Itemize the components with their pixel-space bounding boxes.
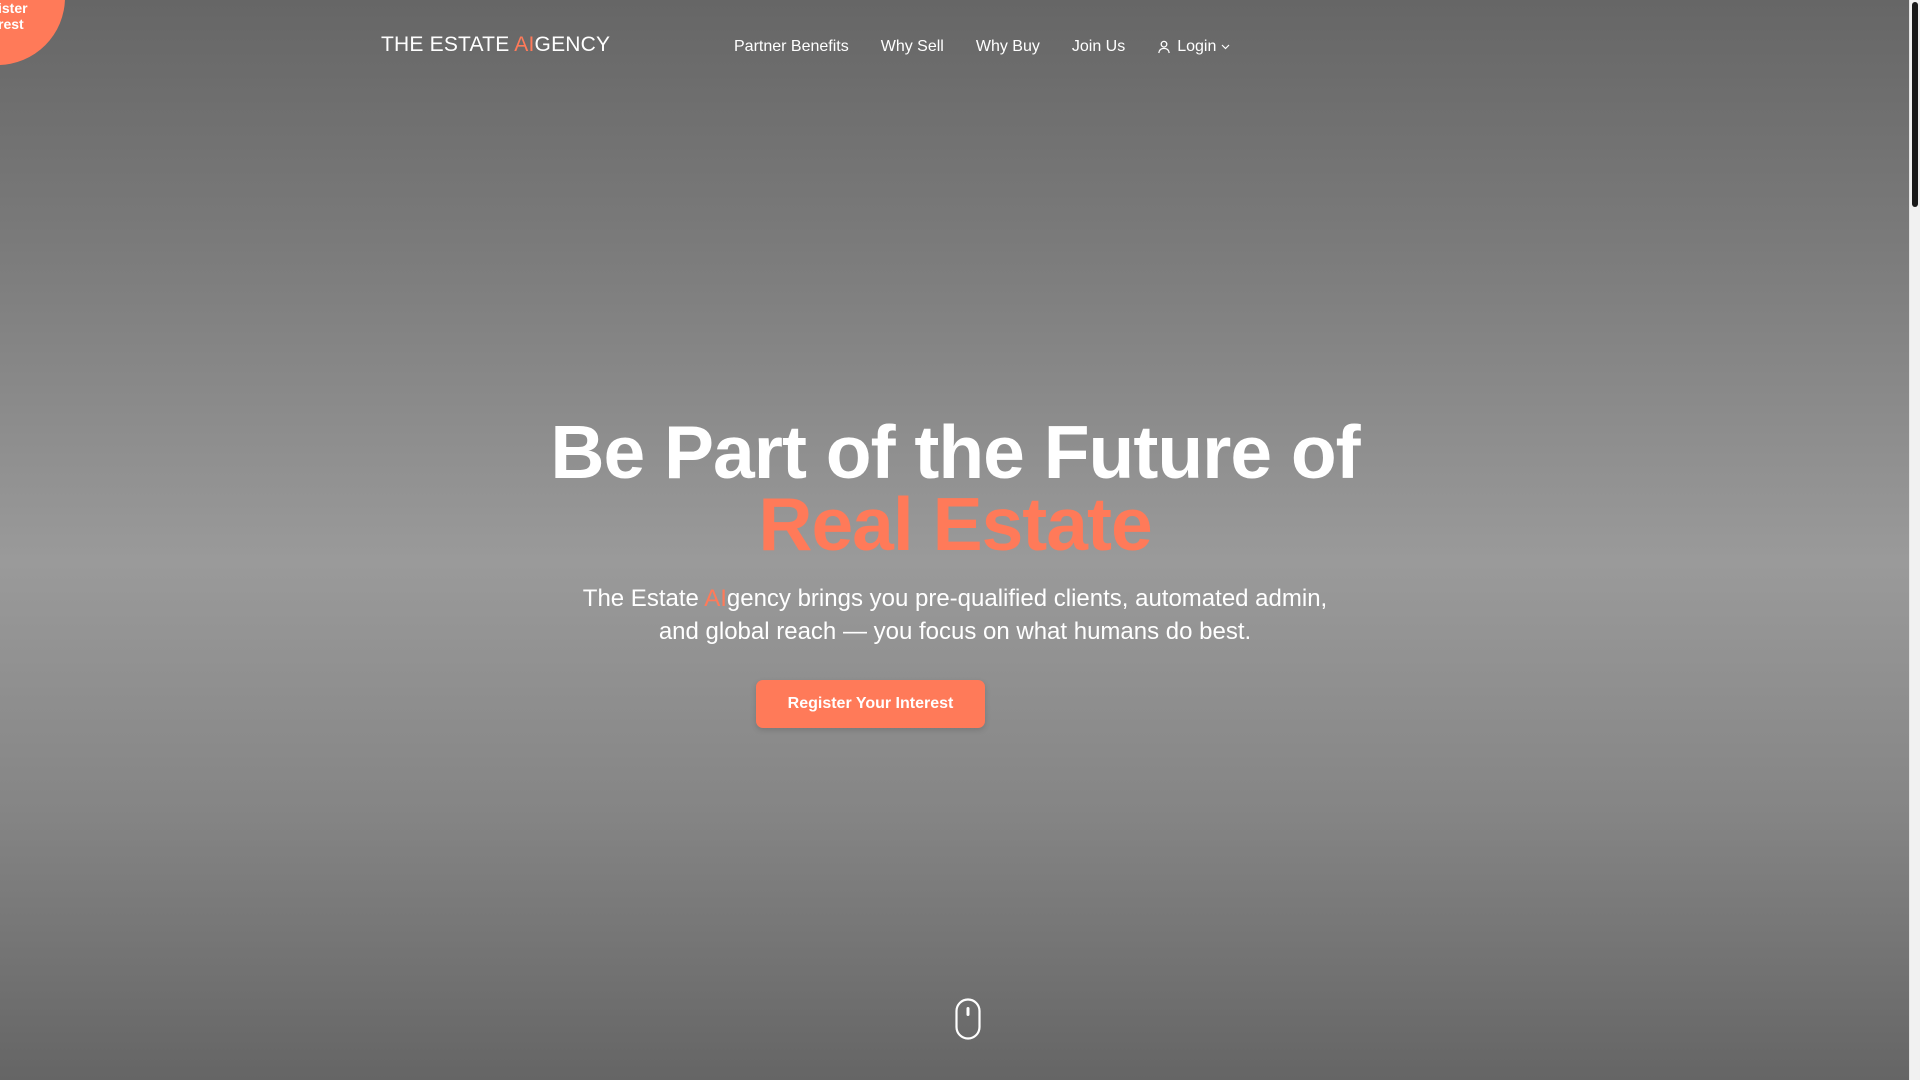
login-menu[interactable]: Login bbox=[1157, 38, 1230, 56]
register-interest-button[interactable]: Register Your Interest bbox=[756, 680, 985, 728]
user-icon bbox=[1157, 40, 1171, 54]
logo-text-suffix: GENCY bbox=[534, 33, 611, 56]
hero-subtitle-prefix: The Estate bbox=[582, 585, 705, 612]
nav-why-sell[interactable]: Why Sell bbox=[881, 38, 944, 56]
nav-why-buy[interactable]: Why Buy bbox=[976, 38, 1040, 56]
hero-subtitle: The Estate AIgency brings you pre-qualif… bbox=[560, 582, 1350, 648]
logo-text-accent: AI bbox=[514, 33, 535, 56]
page-viewport: ister rest THE ESTATE AIGENCY Partner Be… bbox=[0, 0, 1920, 1080]
site-logo[interactable]: THE ESTATE AIGENCY bbox=[381, 33, 610, 57]
mouse-scroll-icon[interactable] bbox=[955, 998, 981, 1045]
login-label: Login bbox=[1177, 38, 1217, 55]
register-interest-floating-button[interactable]: ister rest bbox=[0, 0, 65, 65]
hero-subtitle-suffix: gency brings you pre-qualified clients, … bbox=[658, 585, 1328, 645]
nav-partner-benefits[interactable]: Partner Benefits bbox=[734, 38, 849, 56]
floating-badge-line2: rest bbox=[0, 16, 24, 32]
main-nav: Partner Benefits Why Sell Why Buy Join U… bbox=[734, 38, 1230, 56]
hero-title-line2: Real Estate bbox=[758, 482, 1152, 566]
chevron-down-icon bbox=[1221, 44, 1230, 50]
scrollbar-thumb[interactable] bbox=[1912, 2, 1918, 207]
hero-subtitle-accent: AI bbox=[704, 585, 727, 612]
page-scrollbar[interactable] bbox=[1909, 0, 1920, 1080]
nav-join-us[interactable]: Join Us bbox=[1072, 38, 1125, 56]
logo-text-prefix: THE ESTATE bbox=[381, 33, 515, 56]
floating-badge-line1: ister bbox=[0, 0, 28, 16]
